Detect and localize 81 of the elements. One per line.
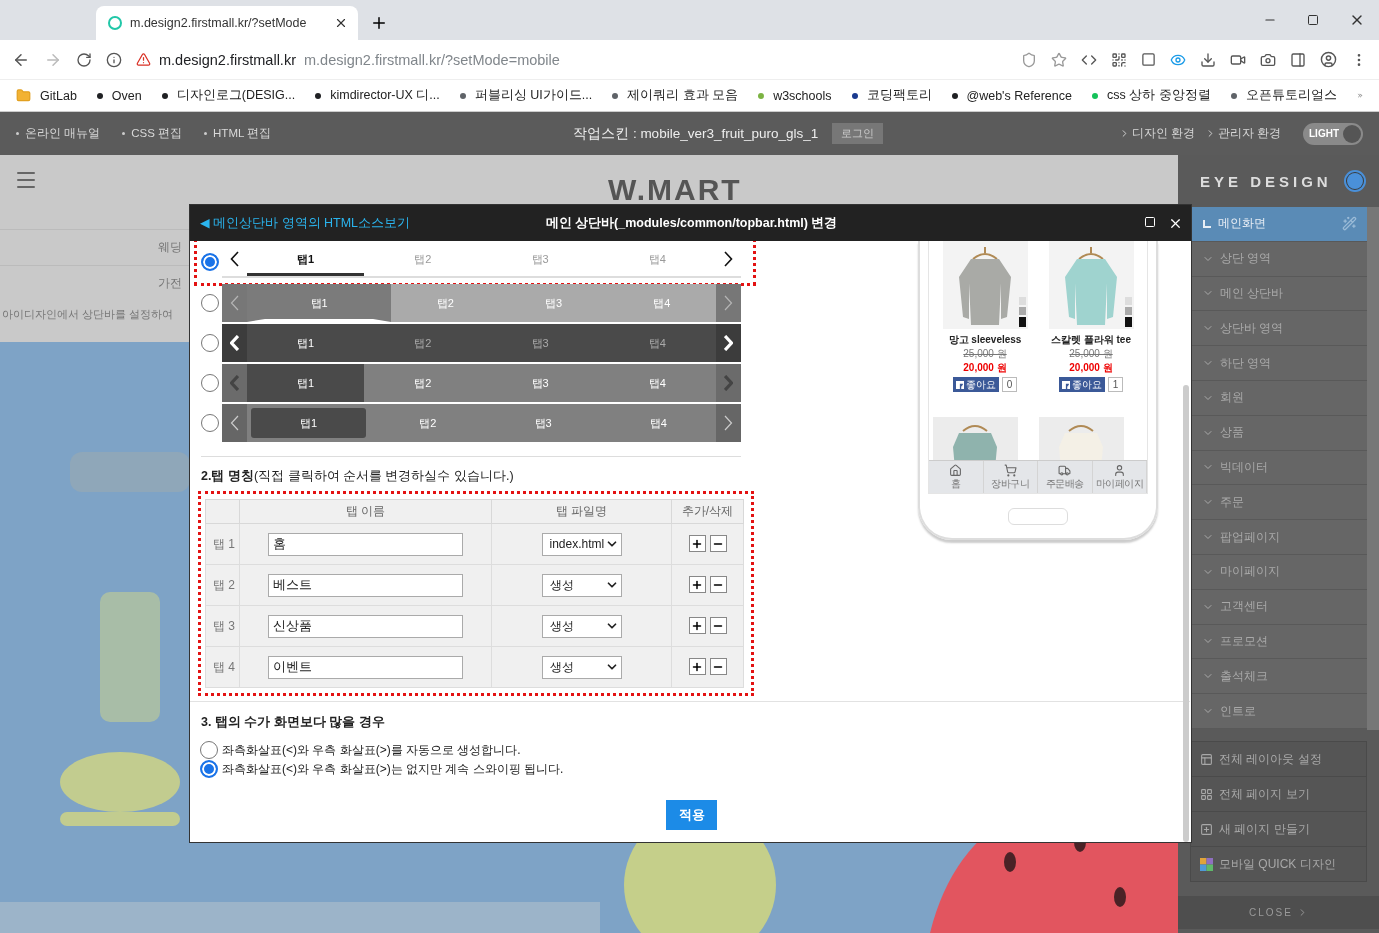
action-button[interactable]: 전체 레이아웃 설정 — [1190, 741, 1367, 777]
bookmark[interactable]: 퍼블리싱 UI가이드... — [459, 87, 593, 104]
login-button[interactable]: 로그인 — [832, 123, 884, 144]
sidebar-item[interactable]: 메인 상단바 — [1192, 276, 1367, 312]
sidebar-item[interactable]: 팝업페이지 — [1192, 520, 1367, 555]
dialog-title: 메인 상단바(_modules/common/topbar.html) 변경 — [545, 214, 838, 232]
site-logo: W.MART — [608, 172, 742, 207]
skin-name: 작업스킨 : mobile_ver3_fruit_puro_gls_1 — [573, 124, 819, 143]
sidebar-item[interactable]: 상단 영역 — [1192, 241, 1367, 277]
add-page-icon — [1200, 822, 1213, 836]
admin-link[interactable]: 디자인 환경 — [1118, 126, 1195, 141]
folder-icon — [16, 88, 31, 103]
tab[interactable]: 탭4 — [607, 284, 716, 322]
sidebar-item[interactable]: 상품 — [1192, 415, 1367, 451]
bookmark[interactable]: 디자인로그(DESIG... — [161, 87, 296, 104]
sidebar-item[interactable]: 하단 영역 — [1192, 346, 1367, 381]
source-link[interactable]: ◀ 메인상단바 영역의 HTML소스보기 — [200, 214, 546, 232]
favicon-icon — [108, 16, 122, 30]
close-button[interactable]: CLOSE — [1178, 896, 1379, 929]
tab[interactable]: 탭3 — [499, 284, 608, 322]
tab[interactable]: 탭2 — [364, 242, 482, 276]
new-tab-icon[interactable] — [370, 14, 388, 32]
action-button[interactable]: 전체 페이지 보기 — [1190, 776, 1367, 812]
bookmark[interactable]: Oven — [96, 88, 142, 103]
qr-icon[interactable] — [1111, 51, 1127, 68]
close-icon[interactable] — [334, 16, 348, 30]
admin-link[interactable]: 온라인 매뉴얼 — [16, 126, 101, 141]
warning-icon[interactable] — [136, 52, 151, 67]
bookmark[interactable]: css 상하 중앙정렬 — [1091, 87, 1211, 104]
bookmark[interactable]: w3schools — [758, 88, 832, 103]
admin-link[interactable]: HTML 편집 — [204, 126, 272, 141]
sidebar-item[interactable]: 프로모션 — [1192, 624, 1367, 660]
sidebar-item[interactable]: 마이페이지 — [1192, 554, 1367, 590]
sidebar-item[interactable]: 빅데이터 — [1192, 450, 1367, 486]
shield-icon[interactable] — [1021, 51, 1037, 68]
url-host: m.design2.firstmall.kr — [159, 51, 296, 68]
extension-icon[interactable] — [1141, 52, 1156, 67]
bookmark[interactable]: 제이쿼리 효과 모음 — [612, 87, 739, 104]
admin-link[interactable]: CSS 편집 — [122, 126, 183, 141]
tab[interactable]: 탭3 — [481, 242, 599, 276]
admin-link[interactable]: 관리자 환경 — [1204, 126, 1281, 141]
profile-icon[interactable] — [1320, 51, 1337, 68]
grid-icon — [1200, 787, 1213, 801]
camera-icon[interactable] — [1260, 51, 1276, 68]
action-button[interactable]: 새 페이지 만들기 — [1190, 811, 1367, 847]
layout-icon — [1200, 752, 1213, 766]
star-icon[interactable] — [1051, 51, 1067, 68]
scrollbar[interactable] — [1183, 385, 1189, 842]
bookmark[interactable]: 오픈튜토리얼스 — [1230, 87, 1337, 104]
download-icon[interactable] — [1200, 51, 1216, 68]
maximize-icon[interactable] — [1307, 14, 1319, 26]
sidebar-item[interactable]: 메인화면 — [1192, 207, 1367, 242]
tab[interactable]: 탭1 — [247, 242, 365, 276]
bookmark[interactable]: @web's Reference — [951, 88, 1072, 103]
bookmark[interactable]: GitLab — [16, 88, 77, 103]
bookmark[interactable]: 코딩팩토리 — [851, 87, 932, 104]
theme-toggle[interactable]: LIGHT — [1303, 122, 1363, 145]
action-button[interactable]: 모바일 QUICK 디자인 — [1190, 846, 1367, 882]
radio-button[interactable] — [201, 253, 219, 271]
sidebar-item[interactable]: 주문 — [1192, 485, 1367, 521]
notice-text: 아이디자인에서 상단바를 설정하여 — [1, 307, 174, 322]
sidebar-item[interactable]: 고객센터 — [1192, 589, 1367, 625]
corner-icon — [1202, 218, 1212, 229]
toggle-switch[interactable] — [1343, 170, 1366, 192]
sidebar-item[interactable]: 출석체크 — [1192, 659, 1367, 695]
tab-title: m.design2.firstmall.kr/?setMode — [130, 16, 308, 30]
sidebar-item[interactable]: 상단바 영역 — [1192, 311, 1367, 347]
sidebar-item[interactable]: 회원 — [1192, 381, 1367, 416]
tab[interactable]: 탭1 — [247, 284, 392, 322]
page-info-icon[interactable] — [106, 51, 122, 68]
radio-button[interactable] — [201, 294, 219, 312]
sidebar-item[interactable]: 인트로 — [1192, 694, 1367, 729]
reload-icon[interactable] — [76, 51, 92, 68]
palette-icon — [1200, 857, 1213, 871]
tab[interactable]: 탭2 — [391, 284, 500, 322]
url-text[interactable]: m.design2.firstmall.kr/?setMode=mobile — [304, 51, 560, 68]
side-panel-icon[interactable] — [1290, 51, 1306, 68]
panel-title: EYE DESIGN — [1200, 172, 1332, 190]
bookmark[interactable]: kimdirector-UX 디... — [315, 87, 440, 104]
tab[interactable]: 탭4 — [598, 242, 716, 276]
browser-tab[interactable]: m.design2.firstmall.kr/?setMode — [96, 6, 358, 40]
